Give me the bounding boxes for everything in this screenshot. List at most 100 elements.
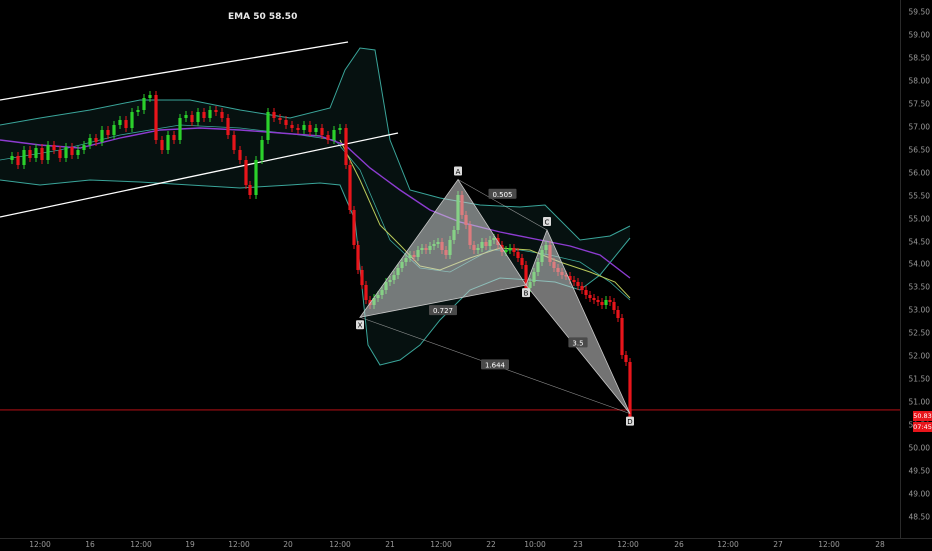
candle-body (290, 125, 294, 128)
candle-body (254, 160, 258, 195)
price-tick: 52.00 (908, 351, 930, 361)
current-price-badge: 50.83 (913, 411, 932, 421)
candle-body (620, 318, 624, 355)
candle-body (196, 112, 200, 122)
candle-body (16, 156, 20, 165)
price-tick: 54.00 (908, 259, 930, 269)
candle-body (46, 145, 50, 160)
candle-body (226, 118, 230, 135)
chart-svg: X A B C D 0.727 0.505 3.5 1.644 (0, 41, 900, 426)
candle-body (208, 110, 212, 118)
candle-body (248, 185, 252, 195)
price-tick: 53.00 (908, 305, 930, 315)
time-tick: 26 (674, 540, 684, 549)
price-tick: 59.50 (908, 7, 930, 17)
time-tick: 16 (85, 540, 95, 549)
candle-body (308, 125, 312, 132)
candle-body (22, 150, 26, 165)
candle-body (344, 128, 348, 165)
candle-body (118, 120, 122, 125)
candle-body (154, 95, 158, 140)
time-tick: 12:00 (130, 540, 152, 549)
candle-body (348, 165, 352, 210)
candle-body (260, 140, 264, 160)
candle-body (106, 130, 110, 135)
candle-body (232, 135, 236, 150)
candle-body (314, 128, 318, 132)
price-tick: 55.00 (908, 214, 930, 224)
candle-body (28, 150, 32, 158)
candle-body (220, 112, 224, 118)
candle-body (520, 258, 524, 265)
candle-body (356, 245, 360, 270)
pattern-point-b-label: B (524, 290, 529, 298)
candle-body (244, 160, 248, 185)
price-tick: 48.50 (908, 512, 930, 522)
candle-body (576, 282, 580, 286)
price-tick: 57.50 (908, 99, 930, 109)
price-tick: 56.00 (908, 168, 930, 178)
bollinger-fill (0, 48, 630, 365)
candle-body (124, 120, 128, 128)
time-axis[interactable]: 12:00 16 12:00 19 12:00 20 12:00 21 12:00 22 10:00… (0, 538, 932, 551)
candle-body (572, 280, 576, 282)
candle-body (360, 270, 364, 285)
price-tick: 56.50 (908, 145, 930, 155)
candle-body (10, 156, 14, 160)
time-tick: 12:00 (228, 540, 250, 549)
candle-body (508, 248, 512, 250)
candle-body (130, 112, 134, 128)
candle-body (160, 140, 164, 150)
candle-body (296, 128, 300, 130)
channel-upper-line (0, 41, 349, 101)
time-tick: 27 (773, 540, 783, 549)
candle-body (202, 112, 206, 118)
candle-body (338, 128, 342, 130)
candle-body (214, 110, 218, 112)
pattern-point-d-label: D (627, 418, 632, 426)
time-tick: 20 (283, 540, 293, 549)
price-axis[interactable]: 59.50 59.00 58.50 58.00 57.50 57.00 56.50 56.00… (900, 0, 932, 538)
ema-indicator-label[interactable]: EMA 50 58.50 (228, 12, 297, 22)
time-tick: 21 (385, 540, 395, 549)
price-tick: 50.00 (908, 443, 930, 453)
candle-body (608, 300, 612, 302)
candle-body (592, 298, 596, 300)
candle-body (616, 310, 620, 318)
candle-body (302, 125, 306, 130)
candle-body (266, 112, 270, 140)
price-tick: 58.00 (908, 76, 930, 86)
price-tick: 51.00 (908, 397, 930, 407)
price-tick: 51.50 (908, 374, 930, 384)
candle-body (64, 147, 68, 158)
price-tick: 49.50 (908, 466, 930, 476)
pattern-point-x-label: X (358, 322, 363, 330)
candle-body (516, 252, 520, 258)
candle-body (166, 135, 170, 150)
candle-body (88, 138, 92, 145)
price-tick: 52.50 (908, 328, 930, 338)
countdown-badge: 07:45 (913, 422, 932, 432)
pattern-point-c-label: C (545, 219, 550, 227)
candle-body (142, 98, 146, 110)
price-tick: 55.50 (908, 191, 930, 201)
candle-body (190, 115, 194, 122)
candle-body (352, 210, 356, 245)
candle-body (588, 295, 592, 298)
candle-body (76, 150, 80, 155)
chart-canvas[interactable]: X A B C D 0.727 0.505 3.5 1.644 EMA 50 58.50 (0, 0, 900, 538)
ratio-ac-label: 0.505 (492, 191, 512, 199)
candle-body (600, 302, 604, 305)
ratio-xd-label: 1.644 (485, 361, 506, 369)
price-tick: 49.00 (908, 489, 930, 499)
candle-body (624, 355, 628, 362)
candle-body (320, 128, 324, 135)
time-tick: 23 (573, 540, 583, 549)
pattern-point-a-label: A (456, 168, 461, 176)
candle-body (584, 290, 588, 295)
time-tick: 10:00 (524, 540, 546, 549)
time-tick: 19 (185, 540, 195, 549)
candle-body (278, 118, 282, 120)
candle-body (136, 110, 140, 112)
price-tick: 53.50 (908, 282, 930, 292)
